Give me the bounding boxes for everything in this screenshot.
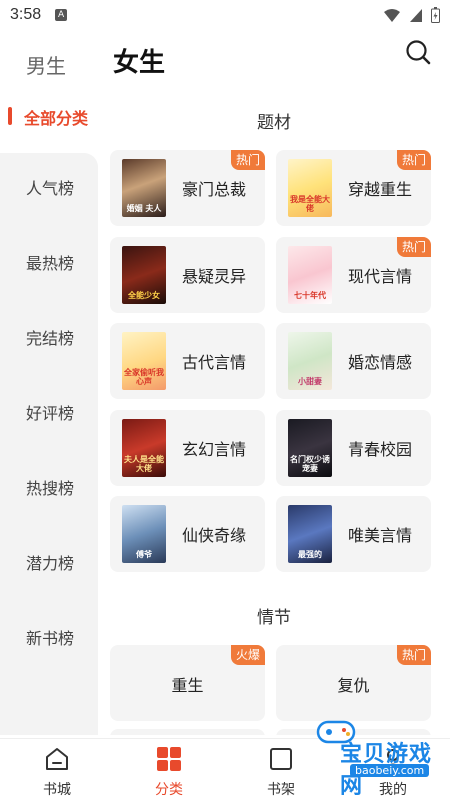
watermark-url: baobeiy.com bbox=[350, 764, 430, 777]
site-watermark: 宝贝游戏网 baobeiy.com bbox=[300, 712, 440, 799]
genre-section-title: 题材 bbox=[257, 113, 291, 133]
book-cover: 夫人是全能大佬 bbox=[122, 419, 166, 477]
nav-category[interactable]: 分类 bbox=[139, 745, 199, 799]
hot-badge: 热门 bbox=[396, 150, 431, 170]
plot-label: 重生 bbox=[171, 676, 204, 695]
book-cover: 全能少女 bbox=[122, 246, 166, 304]
cover-title: 全家偷听我心声 bbox=[124, 368, 164, 386]
hot-badge: 热门 bbox=[396, 237, 431, 257]
genre-card-fantasy-romance[interactable]: 夫人是全能大佬 玄幻言情 bbox=[110, 410, 265, 486]
nav-label: 分类 bbox=[155, 782, 183, 798]
plot-label: 复仇 bbox=[337, 676, 370, 695]
cover-title: 最强的 bbox=[298, 550, 322, 559]
hot-badge: 火爆 bbox=[230, 645, 265, 665]
signal-icon bbox=[410, 8, 422, 22]
sidebar-item-potential[interactable]: 潜力榜 bbox=[0, 544, 98, 584]
genre-card-xianxia[interactable]: 傅爷 仙侠奇缘 bbox=[110, 496, 265, 572]
nav-bookstore[interactable]: 书城 bbox=[27, 745, 87, 799]
status-bar: 3:58 A bbox=[0, 0, 450, 30]
nav-label: 书城 bbox=[43, 782, 71, 798]
plot-card-rebirth[interactable]: 重生 火爆 bbox=[110, 645, 265, 721]
cover-title: 夫人是全能大佬 bbox=[124, 455, 164, 473]
genre-label: 婚恋情感 bbox=[348, 353, 413, 372]
status-time: 3:58 bbox=[10, 6, 42, 23]
tab-male[interactable]: 男生 bbox=[26, 50, 66, 79]
genre-card-marriage[interactable]: 小甜妻 婚恋情感 bbox=[276, 323, 431, 399]
sidebar-item-top-rated[interactable]: 好评榜 bbox=[0, 394, 98, 434]
book-cover: 小甜妻 bbox=[288, 332, 332, 390]
book-cover: 全家偷听我心声 bbox=[122, 332, 166, 390]
book-cover: 傅爷 bbox=[122, 505, 166, 563]
category-icon bbox=[157, 747, 181, 771]
category-content: 题材 婚姻 夫人 豪门总裁 热门 我是全能大佬 穿越重生 热门 全能少女 悬疑灵… bbox=[98, 95, 450, 735]
genre-label: 穿越重生 bbox=[348, 180, 413, 199]
sidebar-item-new-books[interactable]: 新书榜 bbox=[0, 619, 98, 659]
genre-label: 玄幻言情 bbox=[182, 440, 247, 459]
genre-label: 现代言情 bbox=[348, 267, 413, 286]
tab-female[interactable]: 女生 bbox=[113, 42, 165, 79]
genre-label: 悬疑灵异 bbox=[182, 267, 247, 286]
genre-card-ceo[interactable]: 婚姻 夫人 豪门总裁 热门 bbox=[110, 150, 265, 226]
book-cover: 名门权少诱宠妻 bbox=[288, 419, 332, 477]
category-sidebar: 全部分类 人气榜 最热榜 完结榜 好评榜 热搜榜 潜力榜 新书榜 bbox=[0, 95, 98, 735]
sidebar-item-popular[interactable]: 人气榜 bbox=[0, 169, 98, 209]
book-cover: 婚姻 夫人 bbox=[122, 159, 166, 217]
sidebar-ranking-list: 人气榜 最热榜 完结榜 好评榜 热搜榜 潜力榜 新书榜 bbox=[0, 153, 98, 735]
app-notification-icon: A bbox=[55, 9, 68, 21]
genre-card-ancient-romance[interactable]: 全家偷听我心声 古代言情 bbox=[110, 323, 265, 399]
gender-tabs: 男生 女生 bbox=[0, 30, 450, 92]
book-cover: 七十年代 bbox=[288, 246, 332, 304]
plot-card-partial[interactable] bbox=[110, 729, 265, 735]
book-cover: 最强的 bbox=[288, 505, 332, 563]
cover-title: 名门权少诱宠妻 bbox=[290, 455, 330, 473]
bookshelf-icon bbox=[270, 748, 292, 770]
sidebar-item-all[interactable]: 全部分类 bbox=[0, 95, 98, 153]
genre-label: 仙侠奇缘 bbox=[182, 526, 247, 545]
home-icon bbox=[46, 748, 68, 770]
genre-card-mystery[interactable]: 全能少女 悬疑灵异 bbox=[110, 237, 265, 313]
nav-label: 书架 bbox=[267, 782, 295, 798]
battery-icon bbox=[431, 7, 440, 23]
sidebar-item-hottest[interactable]: 最热榜 bbox=[0, 244, 98, 284]
sidebar-item-trending-search[interactable]: 热搜榜 bbox=[0, 469, 98, 509]
search-icon[interactable] bbox=[404, 38, 432, 66]
cover-title: 婚姻 夫人 bbox=[126, 204, 162, 213]
genre-card-aesthetic-romance[interactable]: 最强的 唯美言情 bbox=[276, 496, 431, 572]
active-indicator bbox=[8, 107, 12, 125]
status-icons bbox=[383, 7, 440, 23]
plot-section-title: 情节 bbox=[257, 608, 291, 628]
cover-title: 全能少女 bbox=[128, 291, 160, 300]
plot-card-revenge[interactable]: 复仇 热门 bbox=[276, 645, 431, 721]
genre-label: 豪门总裁 bbox=[182, 180, 247, 199]
wifi-icon bbox=[384, 8, 400, 22]
genre-card-time-travel[interactable]: 我是全能大佬 穿越重生 热门 bbox=[276, 150, 431, 226]
hot-badge: 热门 bbox=[230, 150, 265, 170]
genre-label: 古代言情 bbox=[182, 353, 247, 372]
cover-title: 我是全能大佬 bbox=[290, 195, 330, 213]
genre-card-modern-romance[interactable]: 七十年代 现代言情 热门 bbox=[276, 237, 431, 313]
genre-card-campus[interactable]: 名门权少诱宠妻 青春校园 bbox=[276, 410, 431, 486]
genre-label: 青春校园 bbox=[348, 440, 413, 459]
cover-title: 七十年代 bbox=[294, 291, 326, 300]
hot-badge: 热门 bbox=[396, 645, 431, 665]
genre-label: 唯美言情 bbox=[348, 526, 413, 545]
cover-title: 小甜妻 bbox=[298, 377, 322, 386]
book-cover: 我是全能大佬 bbox=[288, 159, 332, 217]
sidebar-item-completed[interactable]: 完结榜 bbox=[0, 319, 98, 359]
sidebar-item-label: 全部分类 bbox=[24, 109, 89, 128]
cover-title: 傅爷 bbox=[136, 550, 152, 559]
